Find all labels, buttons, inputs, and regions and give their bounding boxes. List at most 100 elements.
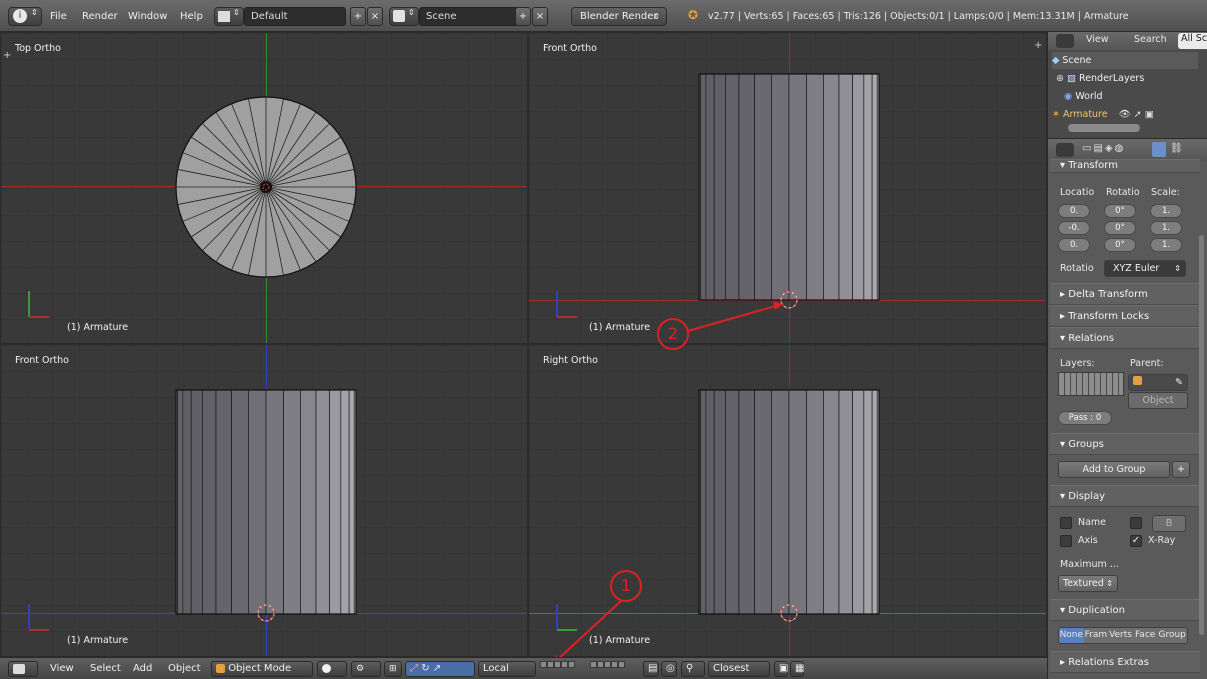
outliner-item-armature[interactable]: ✶ Armature 👁 ➚ ▣ bbox=[1052, 106, 1202, 123]
section-relations[interactable]: ▾ Relations bbox=[1050, 327, 1200, 349]
bounds-checkbox[interactable] bbox=[1130, 517, 1142, 529]
rotation-x-field[interactable]: 0° bbox=[1104, 204, 1136, 218]
section-transform[interactable]: ▾ Transform bbox=[1050, 159, 1200, 173]
snap-target-dropdown[interactable]: Closest bbox=[708, 661, 770, 677]
render-engine-dropdown[interactable]: Blender Render ⇕ bbox=[571, 7, 667, 26]
menu-add[interactable]: Add bbox=[133, 661, 152, 677]
parent-field[interactable]: ✎ bbox=[1128, 374, 1188, 391]
object-layers-grid[interactable] bbox=[1058, 372, 1124, 396]
context-tab-icons[interactable]: ▭▤◈◍ bbox=[1082, 143, 1125, 154]
editor-type-button[interactable]: i ⇕ bbox=[8, 7, 42, 26]
outliner-item-renderlayers[interactable]: ⊕ ▧ RenderLayers bbox=[1056, 70, 1144, 87]
menu-window[interactable]: Window bbox=[128, 8, 167, 25]
collapse-icon: ▾ bbox=[1060, 491, 1066, 502]
section-relations-extras[interactable]: ▸ Relations Extras bbox=[1050, 651, 1200, 673]
object-mode-dropdown[interactable]: Object Mode bbox=[211, 661, 313, 677]
properties-scrollbar[interactable] bbox=[1199, 235, 1204, 635]
menu-select[interactable]: Select bbox=[90, 661, 121, 677]
section-duplication[interactable]: ▾ Duplication bbox=[1050, 599, 1200, 621]
camera-icon[interactable]: ▣ bbox=[1145, 109, 1154, 120]
new-group-button[interactable]: + bbox=[1172, 461, 1190, 478]
properties-editor-icon[interactable] bbox=[1056, 143, 1074, 157]
outliner-view-menu[interactable]: View bbox=[1086, 34, 1109, 45]
axis-checkbox[interactable] bbox=[1060, 535, 1072, 547]
location-y-field[interactable]: -0. bbox=[1058, 221, 1090, 235]
scale-y-field[interactable]: 1. bbox=[1150, 221, 1182, 235]
transform-manipulators[interactable]: ⤢ ↻ ↗ bbox=[405, 661, 475, 677]
rotation-y-field[interactable]: 0° bbox=[1104, 221, 1136, 235]
view-expand-icon[interactable]: + bbox=[1034, 41, 1044, 51]
proportional-edit-button[interactable]: ◎ bbox=[661, 661, 677, 677]
outliner-editor-icon[interactable] bbox=[1056, 34, 1074, 48]
view-expand-icon[interactable]: + bbox=[3, 51, 13, 61]
viewport-front-ortho-bottom[interactable]: Front Ortho (1) Armature bbox=[0, 344, 528, 657]
rotate-icon[interactable]: ↻ bbox=[421, 663, 429, 674]
snap-element-button[interactable]: ⚲ bbox=[681, 661, 705, 677]
eyedropper-icon[interactable]: ✎ bbox=[1175, 375, 1183, 390]
pivot-dropdown[interactable]: ⚙ bbox=[351, 661, 381, 677]
outliner-search-menu[interactable]: Search bbox=[1134, 34, 1167, 45]
name-checkbox[interactable] bbox=[1060, 517, 1072, 529]
xray-checkbox[interactable]: ✓ bbox=[1130, 535, 1142, 547]
section-delta-transform[interactable]: ▸ Delta Transform bbox=[1050, 283, 1200, 305]
viewport-right-ortho[interactable]: Right Ortho (1) Armature bbox=[528, 344, 1047, 657]
editor-type-button[interactable] bbox=[8, 661, 38, 677]
translate-icon[interactable]: ⤢ bbox=[410, 663, 418, 674]
render-animation-button[interactable]: ▦ bbox=[790, 661, 804, 677]
location-x-field[interactable]: 0. bbox=[1058, 204, 1090, 218]
max-draw-type-dropdown[interactable]: Textured ⇕ bbox=[1058, 575, 1118, 592]
lock-camera-button[interactable]: ▤ bbox=[643, 661, 659, 677]
cursor-icon[interactable]: ➚ bbox=[1134, 109, 1142, 120]
shading-dropdown[interactable] bbox=[317, 661, 347, 677]
eye-icon[interactable]: 👁 bbox=[1119, 109, 1131, 120]
scene-name-field[interactable]: Scene bbox=[419, 7, 519, 26]
layout-icon bbox=[218, 11, 230, 22]
menu-object[interactable]: Object bbox=[168, 661, 201, 677]
bounds-type-dropdown[interactable]: B bbox=[1152, 515, 1186, 532]
scene-layers[interactable] bbox=[540, 661, 575, 677]
dup-option-frames[interactable]: Fram bbox=[1083, 628, 1109, 643]
scene-layers-2[interactable] bbox=[590, 661, 625, 677]
section-transform-locks[interactable]: ▸ Transform Locks bbox=[1050, 305, 1200, 327]
parent-type-dropdown[interactable]: Object bbox=[1128, 392, 1188, 409]
scale-x-field[interactable]: 1. bbox=[1150, 204, 1182, 218]
remove-scene-button[interactable]: × bbox=[532, 7, 548, 26]
viewport-top-ortho[interactable]: + Top Ortho (1) Armature bbox=[0, 32, 528, 344]
orientation-dropdown[interactable]: Local bbox=[478, 661, 536, 677]
duplication-mode-selector[interactable]: None Fram Verts Face Group bbox=[1058, 627, 1188, 644]
add-scene-button[interactable]: + bbox=[515, 7, 531, 26]
outliner-item-world[interactable]: ◉ World bbox=[1064, 88, 1103, 105]
outliner-scrollbar[interactable] bbox=[1068, 124, 1140, 132]
layout-name-field[interactable]: Default bbox=[244, 7, 346, 26]
section-display[interactable]: ▾ Display bbox=[1050, 485, 1200, 507]
menu-view[interactable]: View bbox=[50, 661, 74, 677]
dup-option-faces[interactable]: Face bbox=[1132, 628, 1158, 643]
menu-render[interactable]: Render bbox=[82, 8, 118, 25]
scene-selector-button[interactable]: ⇕ bbox=[389, 7, 419, 26]
menu-help[interactable]: Help bbox=[180, 8, 203, 25]
constraints-tab-icon[interactable]: ⛓ bbox=[1170, 143, 1183, 154]
manipulator-toggle[interactable]: ⊞ bbox=[384, 661, 402, 677]
outliner-item-scene[interactable]: ◆ Scene bbox=[1052, 52, 1198, 69]
rotation-mode-dropdown[interactable]: XYZ Euler ⇕ bbox=[1104, 260, 1186, 277]
dup-option-group[interactable]: Group bbox=[1157, 628, 1187, 643]
section-groups[interactable]: ▾ Groups bbox=[1050, 433, 1200, 455]
pass-index-field[interactable]: Pass : 0 bbox=[1058, 411, 1112, 425]
scale-z-field[interactable]: 1. bbox=[1150, 238, 1182, 252]
object-tab-icon[interactable] bbox=[1152, 142, 1166, 157]
section-label: Transform Locks bbox=[1068, 311, 1150, 322]
menu-file[interactable]: File bbox=[50, 8, 67, 25]
scale-icon[interactable]: ↗ bbox=[433, 663, 441, 674]
add-layout-button[interactable]: + bbox=[350, 7, 366, 26]
dup-option-verts[interactable]: Verts bbox=[1108, 628, 1133, 643]
viewport-front-ortho-top[interactable]: + Front Ortho (1) Armature bbox=[528, 32, 1047, 344]
rotation-z-field[interactable]: 0° bbox=[1104, 238, 1136, 252]
dup-option-none[interactable]: None bbox=[1059, 628, 1084, 643]
remove-layout-button[interactable]: × bbox=[367, 7, 383, 26]
display-mode-dropdown[interactable]: All Sc bbox=[1178, 33, 1207, 49]
screen-layout-button[interactable]: ⇕ bbox=[214, 7, 244, 26]
render-preview-button[interactable]: ▣ bbox=[774, 661, 788, 677]
location-z-field[interactable]: 0. bbox=[1058, 238, 1090, 252]
outliner-panel: View Search All Sc ◆ Scene ⊕ ▧ RenderLay… bbox=[1047, 32, 1207, 138]
add-to-group-button[interactable]: Add to Group bbox=[1058, 461, 1170, 478]
